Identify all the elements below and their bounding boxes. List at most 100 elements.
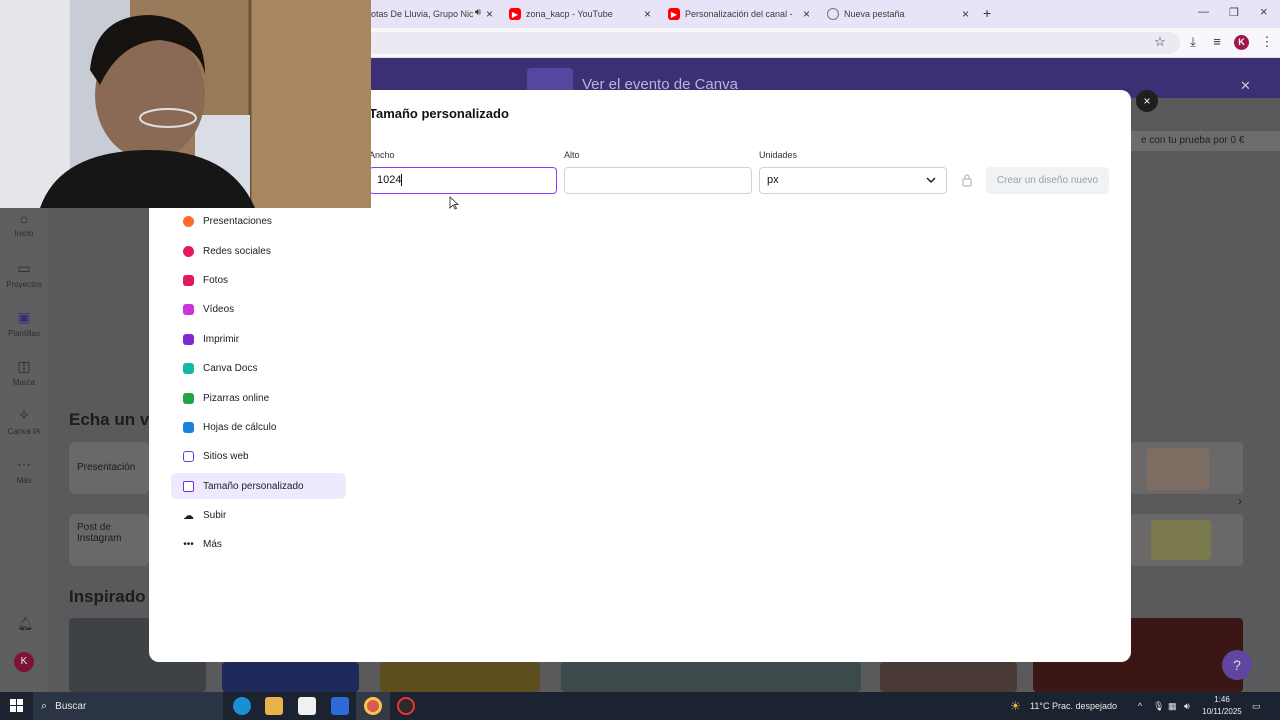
menu-label: Pizarras online [203, 392, 270, 404]
media-control-icon[interactable]: ≡ [1209, 34, 1225, 49]
menu-label: Vídeos [203, 303, 235, 315]
tab-2[interactable]: ▶ zona_kacp - YouTube × [503, 4, 655, 24]
mouse-cursor-icon [449, 196, 459, 210]
social-icon [183, 245, 194, 257]
tray-chevron-icon[interactable]: ^ [1138, 692, 1142, 720]
template-thumbnail [1147, 448, 1209, 490]
bookmark-star-icon[interactable]: ☆ [1152, 34, 1168, 50]
file-explorer-icon[interactable] [265, 697, 283, 715]
webcam-person-image [0, 0, 371, 208]
inspiration-thumbnail[interactable] [380, 662, 540, 692]
website-icon [183, 450, 194, 462]
rail-item-inicio[interactable]: ⌂ Inicio [0, 210, 48, 238]
menu-label: Canva Docs [203, 362, 258, 374]
clock[interactable]: 1:46 10/11/2025 [1200, 694, 1244, 718]
tab-title: zona_kacp - YouTube [526, 9, 613, 19]
close-tab-icon[interactable]: × [803, 7, 810, 21]
chevron-down-icon [926, 177, 936, 184]
create-design-button[interactable]: Crear un diseño nuevo [986, 167, 1109, 194]
inspiration-thumbnail[interactable] [880, 662, 1017, 692]
templates-icon: ▣ [17, 309, 31, 325]
video-icon [183, 303, 194, 315]
recorder-icon[interactable] [397, 697, 415, 715]
new-tab-button[interactable]: + [983, 5, 991, 21]
notifications-icon[interactable]: 🔔︎ [17, 616, 34, 632]
rail-item-mas[interactable]: ⋯ Más [0, 456, 48, 485]
speaker-icon[interactable]: 🔊︎ [475, 7, 481, 18]
edge-icon[interactable] [233, 697, 251, 715]
units-value: px [767, 174, 779, 186]
tab-4[interactable]: Nueva pestaña × [821, 4, 973, 24]
inspiration-thumbnail[interactable] [561, 662, 861, 692]
menu-item-tamano-personalizado[interactable]: Tamaño personalizado [171, 473, 346, 499]
close-modal-button[interactable]: × [1136, 90, 1158, 112]
width-input[interactable]: 1024 [369, 167, 557, 194]
section-heading: Inspirado c [69, 587, 160, 606]
menu-label: Redes sociales [203, 245, 271, 257]
weather-text[interactable]: 11°C Prac. despejado [1030, 692, 1117, 720]
volume-icon[interactable]: 🔊︎ [1184, 692, 1190, 720]
windows-start-icon[interactable] [10, 699, 23, 712]
rail-item-plantillas[interactable]: ▣ Plantillas [0, 309, 48, 338]
store-icon[interactable] [298, 697, 316, 715]
weather-icon[interactable]: ☀︎ [1010, 692, 1021, 720]
menu-item-presentaciones[interactable]: Presentaciones [171, 208, 346, 234]
menu-item-hojas-de-calculo[interactable]: Hojas de cálculo [171, 414, 346, 440]
search-placeholder: Buscar [55, 700, 87, 712]
download-icon[interactable]: ⤓ [1185, 34, 1201, 50]
microphone-icon[interactable]: 🎙︎ [1153, 692, 1164, 720]
close-tab-icon[interactable]: × [644, 7, 651, 21]
taskbar-search[interactable]: ⌕ Buscar [33, 692, 223, 720]
notification-center-icon[interactable]: ▭ [1252, 692, 1261, 720]
rail-item-marca[interactable]: ◫ Marca [0, 358, 48, 387]
minimize-icon[interactable]: — [1198, 6, 1209, 18]
help-button[interactable]: ? [1222, 650, 1252, 680]
close-tab-icon[interactable]: × [486, 7, 493, 21]
clock-time: 1:46 [1214, 695, 1230, 704]
rail-label: Inicio [14, 229, 34, 238]
card-presentacion[interactable]: Presentación [69, 442, 149, 494]
menu-item-fotos[interactable]: Fotos [171, 267, 346, 293]
address-bar[interactable] [300, 32, 1180, 54]
rail-item-canva-ia[interactable]: ✧ Canva IA [0, 407, 48, 436]
menu-item-subir[interactable]: ☁︎ Subir [171, 502, 346, 528]
card-post-instagram[interactable]: Post de Instagram [69, 514, 149, 566]
clock-date: 10/11/2025 [1202, 707, 1242, 716]
close-window-icon[interactable]: × [1260, 4, 1268, 19]
lock-aspect-ratio-icon[interactable] [961, 173, 973, 187]
mail-icon[interactable] [331, 697, 349, 715]
user-avatar[interactable]: K [14, 652, 34, 672]
home-icon: ⌂ [19, 210, 29, 226]
inspiration-thumbnail[interactable] [222, 662, 359, 692]
menu-label: Sitios web [203, 450, 249, 462]
restore-icon[interactable]: ❐ [1229, 6, 1239, 19]
menu-item-videos[interactable]: Vídeos [171, 296, 346, 322]
menu-item-sitios-web[interactable]: Sitios web [171, 443, 346, 469]
menu-item-redes-sociales[interactable]: Redes sociales [171, 238, 346, 264]
brand-icon: ◫ [17, 358, 31, 374]
close-tab-icon[interactable]: × [962, 7, 969, 21]
active-app-indicator [356, 692, 390, 720]
menu-item-pizarras[interactable]: Pizarras online [171, 385, 346, 411]
menu-item-mas[interactable]: ••• Más [171, 531, 346, 557]
carousel-next-icon[interactable]: › [1238, 494, 1242, 508]
browser-profile-avatar[interactable]: K [1234, 35, 1249, 50]
menu-item-imprimir[interactable]: Imprimir [171, 326, 346, 352]
trial-offer-text[interactable]: e con tu prueba por 0 € [1131, 131, 1280, 151]
folder-icon: ▭ [17, 260, 31, 276]
menu-label: Presentaciones [203, 215, 272, 227]
rail-item-proyectos[interactable]: ▭ Proyectos [0, 260, 48, 289]
menu-item-canva-docs[interactable]: Canva Docs [171, 355, 346, 381]
units-select[interactable]: px [759, 167, 947, 194]
height-label: Alto [564, 150, 580, 160]
network-icon[interactable]: ▦ [1168, 692, 1177, 720]
menu-label: Imprimir [203, 333, 240, 345]
template-thumbnail [1151, 520, 1211, 560]
menu-label: Fotos [203, 274, 229, 286]
menu-kebab-icon[interactable]: ⋮ [1259, 34, 1275, 50]
tab-3[interactable]: ▶ Personalización del canal - You × [662, 4, 814, 24]
banner-close-icon[interactable]: ✕ [1240, 78, 1251, 94]
rail-label: Más [16, 476, 32, 485]
height-input[interactable] [564, 167, 752, 194]
tab-1[interactable]: otas De Lluvia, Grupo Nic 🔊︎ × [365, 4, 497, 24]
